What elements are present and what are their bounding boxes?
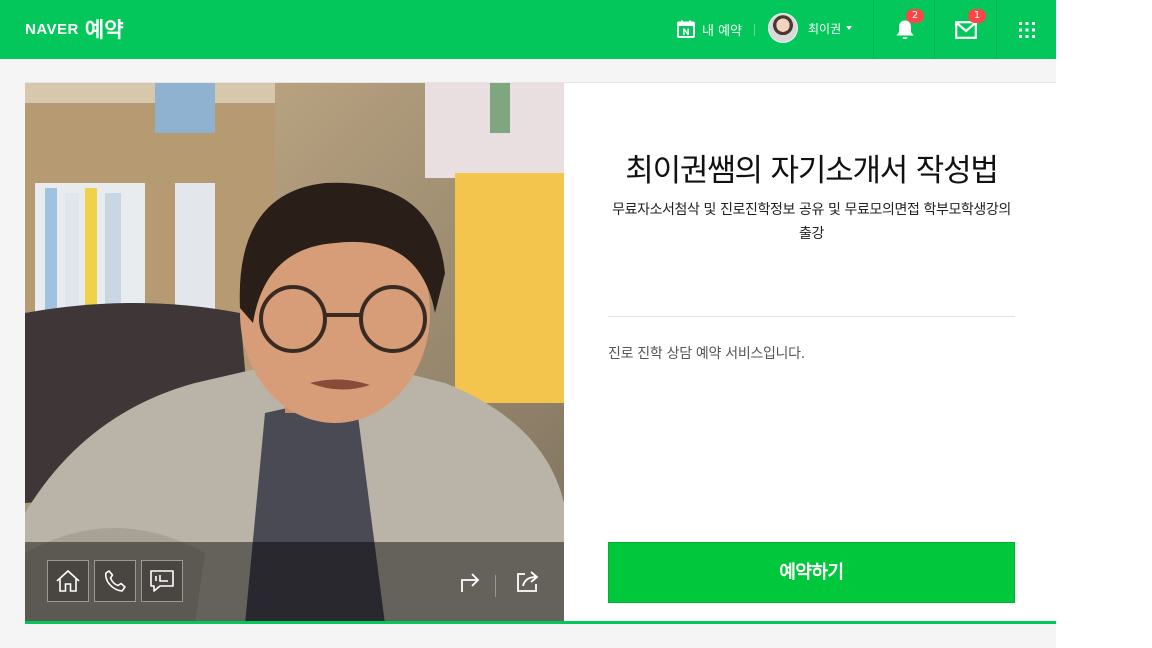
apps-menu-button[interactable]: [996, 0, 1057, 59]
talk-icon: [150, 570, 174, 592]
notifications-button[interactable]: 2: [873, 0, 935, 59]
notifications-badge: 2: [906, 9, 924, 23]
user-menu[interactable]: 최이권: [768, 13, 853, 43]
grid-icon: [1019, 21, 1035, 38]
app-root: NAVER 예약 내 예약 최이권 2 1 최이권쌤의 자기소개서 작성법 무료…: [0, 0, 1056, 648]
user-name: 최이권: [808, 21, 842, 36]
top-header: NAVER 예약 내 예약 최이권 2 1: [0, 0, 1056, 59]
avatar: [768, 13, 798, 43]
chevron-down-icon: [846, 26, 853, 30]
directions-icon[interactable]: [457, 568, 483, 594]
logo-naver-text: NAVER: [25, 20, 79, 38]
book-button[interactable]: 예약하기: [608, 542, 1015, 603]
logo-service-text: 예약: [84, 18, 124, 42]
home-button[interactable]: [47, 560, 89, 602]
messages-button[interactable]: 1: [934, 0, 996, 59]
messages-badge: 1: [968, 9, 986, 23]
toolbar-separator: [495, 575, 496, 597]
mail-icon: [954, 20, 977, 39]
home-icon: [56, 569, 80, 592]
business-description: 진로 진학 상담 예약 서비스입니다.: [608, 346, 805, 362]
business-photo: [25, 83, 564, 624]
business-info: 최이권쌤의 자기소개서 작성법 무료자소서첨삭 및 진로진학정보 공유 및 무료…: [608, 83, 1015, 624]
naver-booking-logo[interactable]: NAVER 예약: [25, 14, 124, 44]
bottom-accent-line: [25, 621, 1056, 624]
photo-toolbar: [25, 542, 564, 622]
my-reservations-label: 내 예약: [702, 23, 743, 39]
business-subtitle: 무료자소서첨삭 및 진로진학정보 공유 및 무료모의면접 학부모학생강의 출강: [612, 202, 1011, 242]
calendar-icon: [677, 20, 695, 38]
talk-button[interactable]: [141, 560, 183, 602]
share-icon[interactable]: [515, 568, 541, 594]
business-title: 최이권쌤의 자기소개서 작성법: [625, 153, 999, 189]
header-separator: [754, 24, 755, 36]
info-divider: [608, 316, 1015, 317]
my-reservations-link[interactable]: 내 예약: [677, 18, 742, 40]
call-button[interactable]: [94, 560, 136, 602]
business-hero: 최이권쌤의 자기소개서 작성법 무료자소서첨삭 및 진로진학정보 공유 및 무료…: [25, 82, 1056, 624]
phone-icon: [104, 570, 126, 592]
